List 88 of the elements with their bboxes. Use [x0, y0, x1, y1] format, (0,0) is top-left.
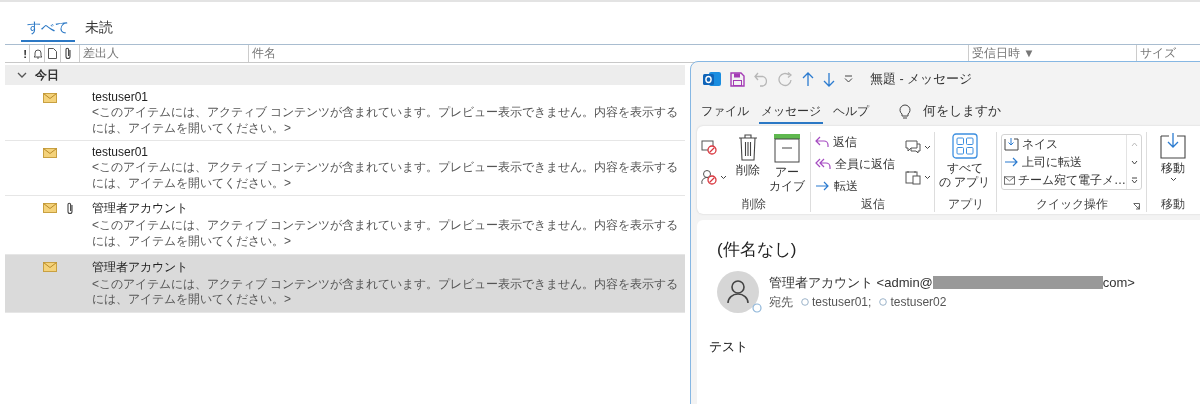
- save-icon[interactable]: [730, 71, 745, 87]
- recipient-name[interactable]: testuser01;: [812, 295, 872, 309]
- ribbon-button[interactable]: 移動: [1156, 132, 1190, 184]
- recipient-name[interactable]: testuser02: [890, 295, 947, 309]
- ribbon-tab[interactable]: ヘルプ: [831, 98, 871, 124]
- sender-address: 管理者アカウント <admin@: [769, 273, 933, 292]
- paperclip-icon[interactable]: [64, 47, 72, 60]
- forward-icon: [1004, 157, 1019, 167]
- up-caret-icon: [1130, 141, 1138, 147]
- quick-step-item[interactable]: ネイス: [1002, 135, 1126, 153]
- ribbon-group-label: 返信: [860, 195, 885, 213]
- dialog-launcher-icon[interactable]: [1133, 203, 1140, 210]
- envelope-icon: [1004, 174, 1015, 186]
- quick-step-item[interactable]: 上司に転送: [1002, 153, 1126, 171]
- to-label: 宛先: [769, 293, 793, 311]
- column-header[interactable]: 件名: [252, 46, 276, 61]
- message-subject: (件名なし): [717, 239, 798, 261]
- ribbon-group-label: 移動: [1161, 195, 1185, 213]
- ribbon-button[interactable]: 削除: [731, 132, 765, 179]
- device-icon: [905, 169, 921, 185]
- reply-icon: [815, 136, 829, 148]
- bell-icon[interactable]: [33, 48, 43, 59]
- folder-arrow-icon: [1004, 137, 1019, 151]
- ribbon-tab[interactable]: ファイル: [699, 98, 751, 124]
- ribbon-group-label: 削除: [741, 195, 766, 213]
- ribbon-group-label: クイック操作: [1035, 195, 1108, 213]
- ribbon-tab[interactable]: メッセージ: [759, 98, 823, 124]
- avatar-icon: [717, 271, 759, 313]
- up-arrow-icon[interactable]: [802, 71, 814, 87]
- caret-icon: [720, 174, 727, 180]
- folder-arrow-icon: [1160, 133, 1186, 159]
- group-label: 今日: [35, 66, 59, 84]
- ribbon-button[interactable]: すべて の アプリ: [939, 132, 991, 191]
- tell-me-field[interactable]: 何をしますか: [923, 104, 1033, 118]
- filter-tab[interactable]: すべて: [21, 16, 75, 42]
- reply-all-icon: [815, 158, 831, 170]
- ribbon-button[interactable]: 転送: [815, 176, 895, 196]
- envelope-icon: [43, 148, 57, 159]
- outlook-logo-icon: [703, 71, 721, 87]
- customize-caret-icon[interactable]: [844, 75, 853, 83]
- message-preview: <このアイテムには、アクティブ コンテンツが含まれています。プレビュー表示できません。内容を表示するには、アイテムを開いてください。>: [92, 276, 680, 308]
- ribbon-button[interactable]: 返信: [815, 132, 895, 152]
- presence-icon: [879, 298, 888, 306]
- paperclip-icon: [66, 202, 74, 216]
- column-header[interactable]: 受信日時 ▼: [972, 46, 1035, 61]
- message-body: テスト: [709, 339, 749, 356]
- caret-icon: [924, 144, 931, 150]
- person-block-icon: [701, 169, 717, 185]
- down-arrow-icon[interactable]: [823, 71, 835, 87]
- sender-name: testuser01: [92, 145, 149, 160]
- caret-icon: [1169, 177, 1177, 183]
- presence-icon: [752, 303, 762, 313]
- envelope-icon: [43, 93, 57, 103]
- chevron-icon[interactable]: [17, 71, 27, 79]
- archive-icon: [773, 133, 801, 163]
- caret-icon: [924, 174, 931, 180]
- ribbon-group-label: アプリ: [947, 195, 984, 213]
- window-title: 無題 - メッセージ: [870, 70, 973, 88]
- sender-name: testuser01: [92, 90, 149, 104]
- sender-name: 管理者アカウント: [92, 258, 188, 276]
- message-preview: <このアイテムには、アクティブ コンテンツが含まれています。プレビュー表示できません。内容を表示するには、アイテムを開いてください。>: [92, 160, 680, 192]
- message-preview: <このアイテムには、アクティブ コンテンツが含まれています。プレビュー表示できません。内容を表示するには、アイテムを開いてください。>: [92, 218, 680, 250]
- column-header[interactable]: !: [23, 47, 27, 60]
- trash-icon: [737, 133, 759, 161]
- message-row[interactable]: testuser01 <このアイテムには、アクティブ コンテンツが含まれています。プレビュー表示できません。内容を表示するには、アイテムを開いてください。>: [5, 141, 685, 197]
- message-row[interactable]: 管理者アカウント <このアイテムには、アクティブ コンテンツが含まれています。プレビュー表示できません。内容を表示するには、アイテムを開いてください。>: [5, 254, 685, 313]
- presence-icon: [801, 298, 809, 306]
- envelope-icon: [43, 203, 57, 214]
- envelope-icon: [43, 261, 57, 272]
- apps-grid-icon: [951, 133, 978, 159]
- message-row[interactable]: testuser01 <このアイテムには、アクティブ コンテンツが含まれています。プレビュー表示できません。内容を表示するには、アイテムを開いてください。>: [5, 86, 685, 142]
- more-caret-icon: [1130, 176, 1138, 184]
- message-row[interactable]: 管理者アカウント <このアイテムには、アクティブ コンテンツが含まれています。プレビュー表示できません。内容を表示するには、アイテムを開いてください。>: [5, 196, 685, 255]
- block-icon: [701, 139, 717, 155]
- sender-address-end: com>: [1102, 275, 1135, 290]
- column-header[interactable]: 差出人: [83, 46, 119, 61]
- forward-icon: [815, 181, 830, 191]
- message-preview: <このアイテムには、アクティブ コンテンツが含まれています。プレビュー表示できません。内容を表示するには、アイテムを開いてください。>: [92, 105, 680, 137]
- down-caret-icon: [1130, 159, 1138, 165]
- quick-step-item[interactable]: チーム宛て電子メ…: [1002, 171, 1126, 189]
- ribbon-button[interactable]: 全員に返信: [815, 154, 895, 174]
- filter-tab[interactable]: 未読: [79, 16, 119, 42]
- column-header[interactable]: サイズ: [1140, 46, 1176, 61]
- chat-icon: [905, 140, 921, 154]
- sender-name: 管理者アカウント: [92, 200, 188, 218]
- lightbulb-icon: [899, 103, 911, 119]
- ribbon-button[interactable]: アー カイブ: [769, 132, 805, 195]
- page-icon[interactable]: [48, 48, 57, 59]
